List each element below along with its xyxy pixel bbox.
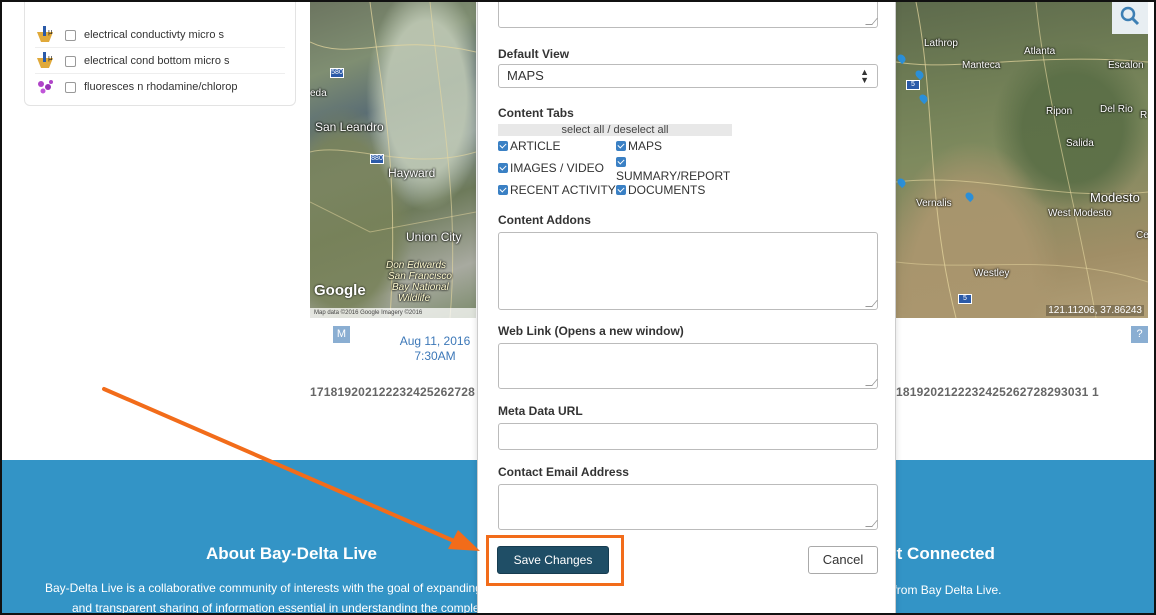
checked-checkbox-icon[interactable] [616,157,626,167]
i880-shield: 880 [370,154,384,164]
layer-item[interactable]: fluoresces n rhodamine/chlorop [25,74,295,100]
map-label: Wildlife [398,293,431,304]
description-textarea[interactable] [498,2,878,28]
i5-shield: 5 [958,294,972,304]
footer-about-text: Bay-Delta Live is a collaborative commun… [45,581,512,595]
content-addons-label: Content Addons [498,213,591,227]
map-right[interactable]: Lathrop Atlanta Manteca Escalon 5 Ripon … [896,2,1148,318]
map-label: Lathrop [924,38,958,49]
timeline-date: Aug 11, 2016 7:30AM [399,334,471,363]
bucket-meter-icon: μ [35,26,57,44]
layer-checkbox[interactable] [65,81,76,93]
map-label: Del Rio [1100,104,1133,115]
map-attribution[interactable]: Map data ©2016 Google Imagery ©2016 [310,308,476,318]
layer-label: electrical cond bottom micro s [84,55,230,67]
checked-checkbox-icon[interactable] [616,141,626,151]
layer-panel: μ electrical conductivty micro s μ elect… [24,2,296,106]
layer-checkbox[interactable] [65,29,76,41]
default-view-label: Default View [498,47,570,61]
map-label: San Francisco [388,271,452,282]
checked-checkbox-icon[interactable] [498,141,508,151]
page: μ electrical conductivty micro s μ elect… [0,0,1156,615]
map-coordinates: 121.11206, 37.86243 [1046,305,1144,316]
content-tabs-label: Content Tabs [498,106,574,120]
checked-checkbox-icon[interactable] [498,185,508,195]
algae-icon [35,78,57,96]
map-label: Ce [1136,230,1148,241]
layer-label: electrical conductivty micro s [84,29,224,41]
footer-about-title: About Bay-Delta Live [206,544,377,563]
i580-shield: 580 [330,68,344,78]
layer-item[interactable]: μ electrical cond bottom micro s [25,48,295,74]
timeline-days-right[interactable]: 1819202122232425262728293031 1 [896,385,1148,399]
i5-shield: 5 [906,80,920,90]
contact-email-label: Contact Email Address [498,465,629,479]
layer-item[interactable]: μ electrical conductivty micro s [25,22,295,48]
meta-data-url-label: Meta Data URL [498,404,583,418]
layer-checkbox[interactable] [65,55,76,67]
select-caret-icon: ▲ ▼ [860,67,869,85]
checked-checkbox-icon[interactable] [498,163,508,173]
tab-option-recent-activity[interactable]: RECENT ACTIVITY [498,183,616,197]
layer-label: fluoresces n rhodamine/chlorop [84,81,238,93]
tab-option-maps[interactable]: MAPS [616,139,662,153]
google-logo: Google [314,282,366,299]
map-label: San Leandro [315,120,384,134]
map-left[interactable]: 580 eda San Leandro 880 Hayward Union Ci… [310,2,476,318]
m-badge[interactable]: M [333,326,350,343]
search-icon [1120,6,1140,26]
map-label: West Modesto [1048,208,1112,219]
map-label: Salida [1066,138,1094,149]
map-search-button[interactable] [1112,2,1148,34]
web-link-label: Web Link (Opens a new window) [498,324,684,338]
map-label: Manteca [962,60,1001,71]
tab-option-summary-report[interactable]: SUMMARY/REPORT [616,155,730,183]
bucket-meter-icon: μ [35,52,57,70]
help-badge[interactable]: ? [1131,326,1148,343]
map-label: Union City [406,230,462,244]
cancel-button[interactable]: Cancel [808,546,878,574]
map-roads [896,2,1148,318]
content-addons-textarea[interactable] [498,232,878,310]
svg-text:μ: μ [48,54,53,62]
map-label: Vernalis [916,198,952,209]
map-label: Modesto [1090,190,1140,205]
edit-dialog: Default View MAPS ▲ ▼ Content Tabs select… [477,2,896,613]
map-label: Hayward [388,166,436,180]
map-label: eda [310,88,327,99]
timeline-days-left[interactable]: 171819202122232425262728 [310,385,478,399]
map-label: Escalon [1108,60,1144,71]
map-label: R [1140,110,1148,121]
footer-about-text: and transparent sharing of information e… [72,601,509,615]
tab-option-images-video[interactable]: IMAGES / VIDEO [498,161,604,175]
svg-text:μ: μ [48,28,53,36]
map-label: Bay National [392,282,449,293]
contact-email-textarea[interactable] [498,484,878,530]
tab-option-article[interactable]: ARTICLE [498,139,560,153]
highlight-box [486,535,624,586]
default-view-select[interactable]: MAPS ▲ ▼ [498,64,878,88]
tab-option-documents[interactable]: DOCUMENTS [616,183,705,197]
map-label: Ripon [1046,106,1073,117]
checked-checkbox-icon[interactable] [616,185,626,195]
map-label: Atlanta [1024,46,1056,57]
meta-data-url-input[interactable] [498,423,878,450]
map-label: Don Edwards [386,260,447,271]
map-label: Westley [974,268,1010,279]
select-all-toggle[interactable]: select all / deselect all [498,124,732,136]
web-link-textarea[interactable] [498,343,878,389]
